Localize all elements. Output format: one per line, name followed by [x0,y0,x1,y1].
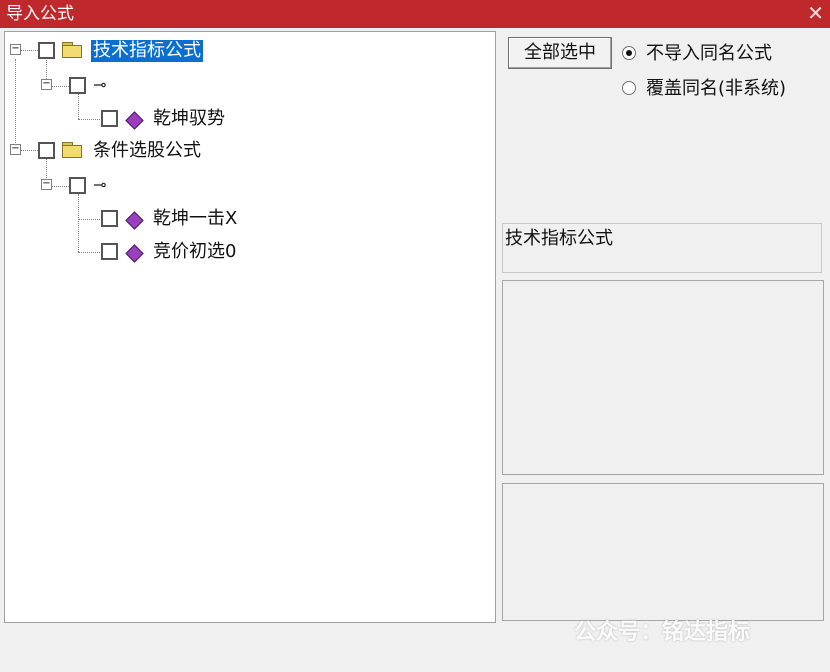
group-checkbox[interactable] [38,42,55,59]
formula-detail-box[interactable] [502,483,824,621]
key-icon: ⊸ [93,175,107,194]
subgroup-checkbox[interactable] [69,177,86,194]
window-title: 导入公式 [6,4,74,24]
formula-checkbox[interactable] [101,210,118,227]
collapse-toggle[interactable]: − [10,44,21,55]
tree-group-technical[interactable]: − 技术指标公式 [5,38,305,64]
watermark-text: 公众号：铭达指标 [574,620,751,645]
radio-indicator[interactable] [622,81,636,95]
selected-group-label: 技术指标公式 [505,228,613,249]
formula-description-box[interactable] [502,280,824,475]
tree-group-screening[interactable]: − 条件选股公式 [5,138,305,164]
radio-label: 不导入同名公式 [646,43,772,64]
tree-subgroup[interactable]: − ⊸ [5,73,305,99]
gem-icon [125,211,144,230]
title-bar: 导入公式 ✕ [0,0,830,28]
formula-checkbox[interactable] [101,243,118,260]
subgroup-checkbox[interactable] [69,77,86,94]
group-label[interactable]: 条件选股公式 [91,140,203,162]
options-panel: 全部选中 不导入同名公式 覆盖同名(非系统) 技术指标公式 [500,31,826,623]
tree-item-formula[interactable]: 竞价初选0 [5,239,305,265]
folder-icon [61,42,83,58]
group-label[interactable]: 技术指标公式 [91,40,203,62]
folder-icon [61,142,83,158]
radio-overwrite-duplicates[interactable]: 覆盖同名(非系统) [622,77,822,101]
formula-tree[interactable]: − 技术指标公式 − ⊸ 乾坤驭势 − 条件选股公式 − ⊸ 乾坤一击X 竞价初… [4,31,496,623]
gem-icon [125,244,144,263]
gem-icon [125,111,144,130]
tree-item-formula[interactable]: 乾坤一击X [5,206,305,232]
formula-label[interactable]: 乾坤驭势 [151,108,227,130]
select-all-button[interactable]: 全部选中 [508,37,612,69]
formula-checkbox[interactable] [101,110,118,127]
tree-subgroup[interactable]: − ⊸ [5,173,305,199]
key-icon: ⊸ [93,75,107,94]
collapse-toggle[interactable]: − [41,179,52,190]
selected-group-info: 技术指标公式 [502,223,822,273]
formula-label[interactable]: 乾坤一击X [151,208,239,230]
radio-label: 覆盖同名(非系统) [646,78,787,99]
formula-label[interactable]: 竞价初选0 [151,241,238,263]
close-icon[interactable]: ✕ [807,1,824,25]
collapse-toggle[interactable]: − [10,144,21,155]
group-checkbox[interactable] [38,142,55,159]
radio-skip-duplicates[interactable]: 不导入同名公式 [622,42,822,66]
radio-indicator[interactable] [622,46,636,60]
collapse-toggle[interactable]: − [41,79,52,90]
tree-item-formula[interactable]: 乾坤驭势 [5,106,305,132]
